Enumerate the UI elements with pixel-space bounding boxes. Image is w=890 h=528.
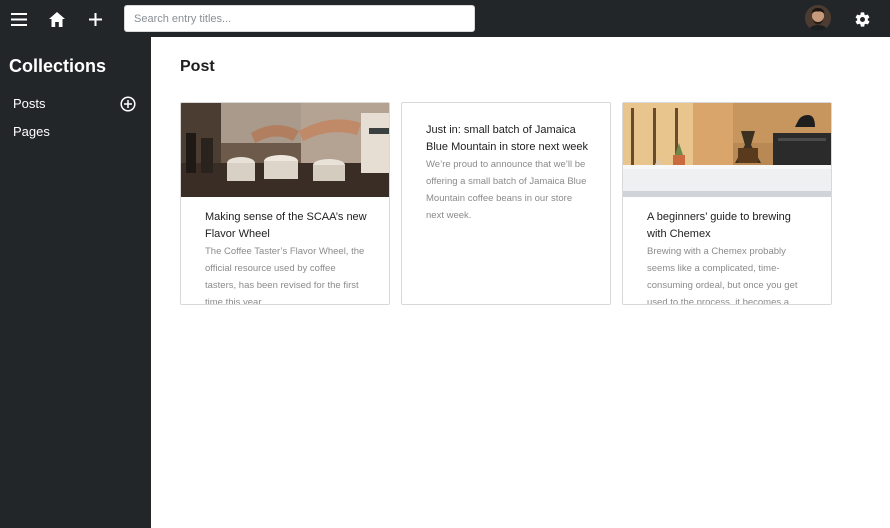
main-content: Post Making sense of the SCAA’s new Flav… <box>151 37 890 528</box>
card-body: A beginners’ guide to brewing with Cheme… <box>647 209 811 305</box>
card-description: Brewing with a Chemex probably seems lik… <box>647 246 798 305</box>
sidebar-title: Collections <box>9 56 107 76</box>
card-title: A beginners’ guide to brewing with Cheme… <box>647 211 791 240</box>
search-input[interactable] <box>125 6 474 31</box>
hamburger-menu-icon[interactable] <box>8 8 30 30</box>
sidebar-item-pages[interactable]: Pages <box>13 124 50 139</box>
card-title: Making sense of the SCAA’s new Flavor Wh… <box>205 211 367 240</box>
card-body: Just in: small batch of Jamaica Blue Mou… <box>426 122 590 224</box>
page-title: Post <box>180 58 215 75</box>
home-icon[interactable] <box>46 8 68 30</box>
search-box <box>124 5 475 32</box>
card-image <box>181 103 389 197</box>
entry-card[interactable]: A beginners’ guide to brewing with Cheme… <box>622 102 832 305</box>
sidebar: Collections Posts Pages <box>0 37 151 528</box>
top-bar <box>0 0 890 37</box>
user-avatar[interactable] <box>805 5 831 31</box>
card-image <box>623 103 831 197</box>
sidebar-item-posts[interactable]: Posts <box>13 96 46 111</box>
entry-card[interactable]: Just in: small batch of Jamaica Blue Mou… <box>401 102 611 305</box>
card-description: The Coffee Taster’s Flavor Wheel, the of… <box>205 246 365 305</box>
card-description: We’re proud to announce that we’ll be of… <box>426 159 587 221</box>
card-title: Just in: small batch of Jamaica Blue Mou… <box>426 124 589 153</box>
plus-icon[interactable] <box>84 8 106 30</box>
gear-icon[interactable] <box>851 8 873 30</box>
card-body: Making sense of the SCAA’s new Flavor Wh… <box>205 209 369 305</box>
entry-card[interactable]: Making sense of the SCAA’s new Flavor Wh… <box>180 102 390 305</box>
add-circle-icon[interactable] <box>120 96 136 112</box>
